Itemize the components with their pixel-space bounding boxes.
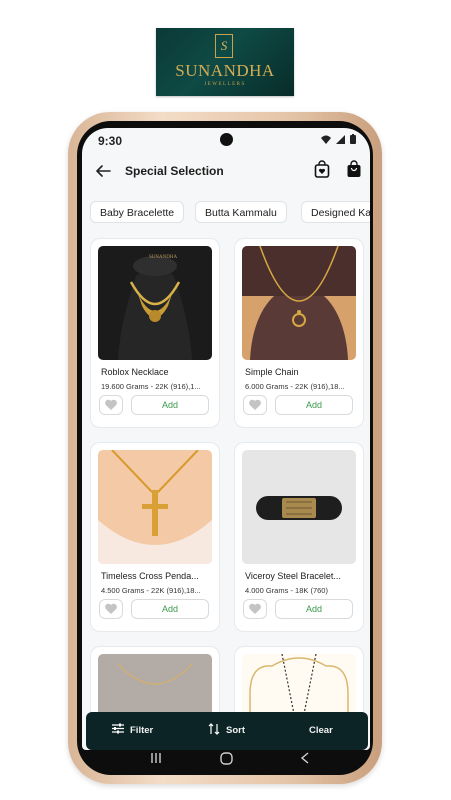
product-name[interactable]: Roblox Necklace [101,367,213,377]
product-name[interactable]: Viceroy Steel Bracelet... [245,571,357,581]
sliders-icon [112,723,124,734]
sort-button[interactable]: Sort [208,712,245,750]
product-name[interactable]: Timeless Cross Penda... [101,571,213,581]
product-info: 4.500 Grams - 22K (916),18... [101,586,201,595]
filter-label: Filter [130,725,154,736]
product-name[interactable]: Simple Chain [245,367,357,377]
category-chips: Baby Bracelette Butta Kammalu Designed K… [82,201,370,227]
add-button[interactable]: Add [131,599,209,619]
brand-name: SUNANDHA [175,61,275,80]
svg-text:SUNANDHA: SUNANDHA [149,255,177,260]
filter-button[interactable]: Filter [112,712,153,750]
product-card[interactable]: SUNANDHA Roblox Necklace 19.600 Grams - … [90,238,220,428]
product-card[interactable]: Timeless Cross Penda... 4.500 Grams - 22… [90,442,220,632]
recents-icon[interactable] [150,752,162,767]
brand-logo: S SUNANDHA JEWELLERS [156,28,294,96]
brand-monogram: S [215,34,233,58]
sort-arrows-icon [208,723,220,735]
chip-baby-bracelette[interactable]: Baby Bracelette [90,201,185,223]
add-button[interactable]: Add [131,395,209,415]
product-card[interactable]: Viceroy Steel Bracelet... 4.000 Grams - … [234,442,364,632]
back-nav-icon[interactable] [300,752,310,767]
app-bar: Special Selection [82,158,370,192]
status-icons [321,134,356,147]
phone-frame: 9:30 Special Selection Baby Bracelette B… [68,112,382,784]
favorite-heart-icon[interactable] [243,599,267,619]
product-info: 6.000 Grams - 22K (916),18... [245,382,345,391]
chip-designed[interactable]: Designed Ka [301,201,370,223]
product-image[interactable] [98,450,212,564]
product-image[interactable] [242,246,356,360]
status-bar: 9:30 [82,128,370,154]
add-button[interactable]: Add [275,395,353,415]
wifi-icon [321,135,332,144]
product-info: 19.600 Grams - 22K (916),1... [101,382,201,391]
brand-tagline: JEWELLERS [204,82,246,87]
status-time: 9:30 [98,134,123,148]
front-camera [220,133,233,146]
product-image[interactable]: SUNANDHA [98,246,212,360]
back-arrow-icon[interactable] [94,162,112,180]
signal-icon [336,135,346,144]
app-screen: 9:30 Special Selection Baby Bracelette B… [82,128,370,750]
product-image[interactable] [242,450,356,564]
favorite-heart-icon[interactable] [99,395,123,415]
favorite-heart-icon[interactable] [243,395,267,415]
page-title: Special Selection [125,164,224,178]
system-nav-bar [82,750,370,774]
favorite-heart-icon[interactable] [99,599,123,619]
battery-icon [350,134,356,144]
chip-butta-kammalu[interactable]: Butta Kammalu [195,201,287,223]
filter-sort-bar: Filter Sort Clear [86,712,368,750]
wishlist-bag-icon[interactable] [314,160,330,178]
sort-label: Sort [226,725,245,736]
home-icon[interactable] [220,752,233,768]
cart-bag-icon[interactable] [346,160,362,178]
add-button[interactable]: Add [275,599,353,619]
clear-button[interactable]: Clear [309,712,333,750]
product-card[interactable]: Simple Chain 6.000 Grams - 22K (916),18.… [234,238,364,428]
product-info: 4.000 Grams - 18K (760) [245,586,328,595]
